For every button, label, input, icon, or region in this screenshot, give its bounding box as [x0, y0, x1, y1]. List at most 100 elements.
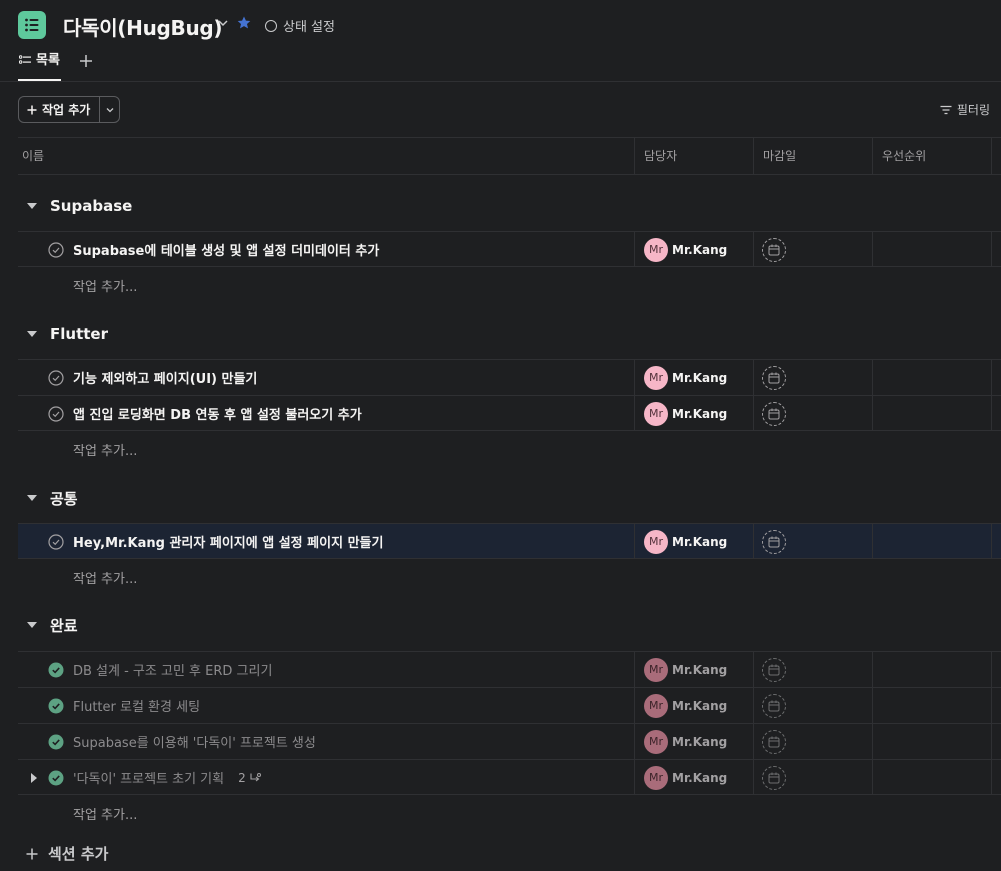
priority-cell[interactable]	[872, 688, 991, 723]
caret-down-icon[interactable]	[27, 622, 37, 628]
priority-cell[interactable]	[872, 524, 991, 559]
task-name[interactable]: Flutter 로컬 환경 세팅	[73, 696, 200, 715]
section-header-done[interactable]: 완료	[18, 608, 1001, 642]
task-row[interactable]: Hey,Mr.Kang 관리자 페이지에 앱 설정 페이지 만들기 Mr Mr.…	[18, 523, 1001, 559]
avatar: Mr	[644, 729, 668, 754]
section-name: 완료	[50, 616, 78, 635]
subtask-icon	[250, 772, 261, 781]
column-more	[991, 138, 1001, 175]
check-circle-icon[interactable]	[48, 533, 64, 550]
more-cell	[991, 396, 1001, 431]
assignee-cell[interactable]: Mr Mr.Kang	[634, 688, 753, 723]
chevron-down-icon[interactable]	[216, 16, 230, 30]
add-section-button[interactable]: 섹션 추가	[26, 843, 108, 864]
check-circle-icon[interactable]	[48, 241, 64, 258]
calendar-icon	[762, 529, 786, 554]
subtask-count-value: 2	[238, 770, 246, 785]
check-circle-filled-icon[interactable]	[48, 770, 64, 786]
assignee-name: Mr.Kang	[672, 534, 728, 549]
priority-cell[interactable]	[872, 652, 991, 687]
check-circle-filled-icon[interactable]	[48, 662, 64, 678]
list-view-icon	[19, 55, 31, 64]
task-name-cell: Supabase를 이용해 '다독이' 프로젝트 생성	[18, 724, 634, 759]
add-task-inline[interactable]: 작업 추가...	[73, 276, 137, 296]
check-circle-filled-icon[interactable]	[48, 698, 64, 714]
task-name[interactable]: 기능 제외하고 페이지(UI) 만들기	[73, 368, 257, 387]
due-date-cell[interactable]	[753, 724, 872, 759]
add-task-inline[interactable]: 작업 추가...	[73, 804, 137, 824]
due-date-cell[interactable]	[753, 360, 872, 395]
assignee-cell[interactable]: Mr Mr.Kang	[634, 524, 753, 559]
section-name: 공통	[50, 489, 78, 508]
task-name[interactable]: Hey,Mr.Kang 관리자 페이지에 앱 설정 페이지 만들기	[73, 532, 383, 551]
column-name[interactable]: 이름	[18, 138, 634, 175]
due-date-cell[interactable]	[753, 396, 872, 431]
assignee-cell[interactable]: Mr Mr.Kang	[634, 724, 753, 759]
filter-button[interactable]: 필터링	[940, 101, 990, 118]
due-date-cell[interactable]	[753, 524, 872, 559]
task-row[interactable]: '다독이' 프로젝트 초기 기획 2 Mr Mr.Kang	[18, 759, 1001, 795]
check-circle-icon[interactable]	[48, 405, 64, 422]
task-name[interactable]: Supabase를 이용해 '다독이' 프로젝트 생성	[73, 732, 316, 751]
due-date-cell[interactable]	[753, 652, 872, 687]
add-task-dropdown[interactable]	[100, 97, 119, 122]
task-row[interactable]: 앱 진입 로딩화면 DB 연동 후 앱 설정 불러오기 추가 Mr Mr.Kan…	[18, 395, 1001, 431]
column-assignee[interactable]: 담당자	[634, 138, 753, 175]
priority-cell[interactable]	[872, 396, 991, 431]
section-header-flutter[interactable]: Flutter	[18, 317, 1001, 351]
column-priority[interactable]: 우선순위	[872, 138, 991, 175]
caret-down-icon[interactable]	[27, 203, 37, 209]
column-due-date[interactable]: 마감일	[753, 138, 872, 175]
task-row[interactable]: Flutter 로컬 환경 세팅 Mr Mr.Kang	[18, 687, 1001, 723]
assignee-cell[interactable]: Mr Mr.Kang	[634, 760, 753, 795]
task-name[interactable]: DB 설계 - 구조 고민 후 ERD 그리기	[73, 660, 272, 679]
add-tab-icon[interactable]	[78, 53, 94, 69]
assignee-name: Mr.Kang	[672, 370, 728, 385]
priority-cell[interactable]	[872, 360, 991, 395]
subtask-count[interactable]: 2	[238, 771, 261, 785]
task-name-cell: Flutter 로컬 환경 세팅	[18, 688, 634, 723]
task-name[interactable]: '다독이' 프로젝트 초기 기획	[73, 768, 224, 787]
assignee-name: Mr.Kang	[672, 662, 728, 677]
status-circle-icon	[265, 19, 277, 32]
avatar: Mr	[644, 237, 668, 262]
section-header-common[interactable]: 공통	[18, 481, 1001, 515]
add-task-inline[interactable]: 작업 추가...	[73, 440, 137, 460]
priority-cell[interactable]	[872, 232, 991, 267]
table-header: 이름 담당자 마감일 우선순위	[18, 137, 1001, 175]
task-name[interactable]: 앱 진입 로딩화면 DB 연동 후 앱 설정 불러오기 추가	[73, 404, 362, 423]
assignee-name: Mr.Kang	[672, 242, 728, 257]
priority-cell[interactable]	[872, 760, 991, 795]
task-name-cell: Hey,Mr.Kang 관리자 페이지에 앱 설정 페이지 만들기	[18, 524, 634, 559]
check-circle-icon[interactable]	[48, 369, 64, 386]
caret-down-icon[interactable]	[27, 495, 37, 501]
avatar: Mr	[644, 401, 668, 426]
assignee-cell[interactable]: Mr Mr.Kang	[634, 652, 753, 687]
task-name-cell: 기능 제외하고 페이지(UI) 만들기	[18, 360, 634, 395]
project-title[interactable]: 다독이(HugBug)	[63, 12, 223, 41]
check-circle-filled-icon[interactable]	[48, 734, 64, 750]
task-row[interactable]: 기능 제외하고 페이지(UI) 만들기 Mr Mr.Kang	[18, 359, 1001, 395]
add-task-button[interactable]: 작업 추가	[19, 97, 100, 122]
tab-list-label: 목록	[36, 53, 60, 68]
task-name[interactable]: Supabase에 테이블 생성 및 앱 설정 더미데이터 추가	[73, 240, 379, 259]
caret-down-icon[interactable]	[27, 331, 37, 337]
set-status-button[interactable]: 상태 설정	[265, 16, 335, 35]
task-row[interactable]: DB 설계 - 구조 고민 후 ERD 그리기 Mr Mr.Kang	[18, 651, 1001, 687]
star-icon[interactable]	[236, 15, 252, 31]
priority-cell[interactable]	[872, 724, 991, 759]
chevron-down-icon	[106, 107, 113, 112]
due-date-cell[interactable]	[753, 232, 872, 267]
due-date-cell[interactable]	[753, 760, 872, 795]
due-date-cell[interactable]	[753, 688, 872, 723]
task-row[interactable]: Supabase에 테이블 생성 및 앱 설정 더미데이터 추가 Mr Mr.K…	[18, 231, 1001, 267]
section-header-supabase[interactable]: Supabase	[18, 189, 1001, 223]
list-project-icon[interactable]	[18, 11, 46, 39]
add-task-inline[interactable]: 작업 추가...	[73, 568, 137, 588]
assignee-cell[interactable]: Mr Mr.Kang	[634, 396, 753, 431]
tab-list[interactable]: 목록	[18, 52, 61, 81]
section-name: Supabase	[50, 197, 133, 215]
assignee-cell[interactable]: Mr Mr.Kang	[634, 232, 753, 267]
task-row[interactable]: Supabase를 이용해 '다독이' 프로젝트 생성 Mr Mr.Kang	[18, 723, 1001, 759]
assignee-cell[interactable]: Mr Mr.Kang	[634, 360, 753, 395]
